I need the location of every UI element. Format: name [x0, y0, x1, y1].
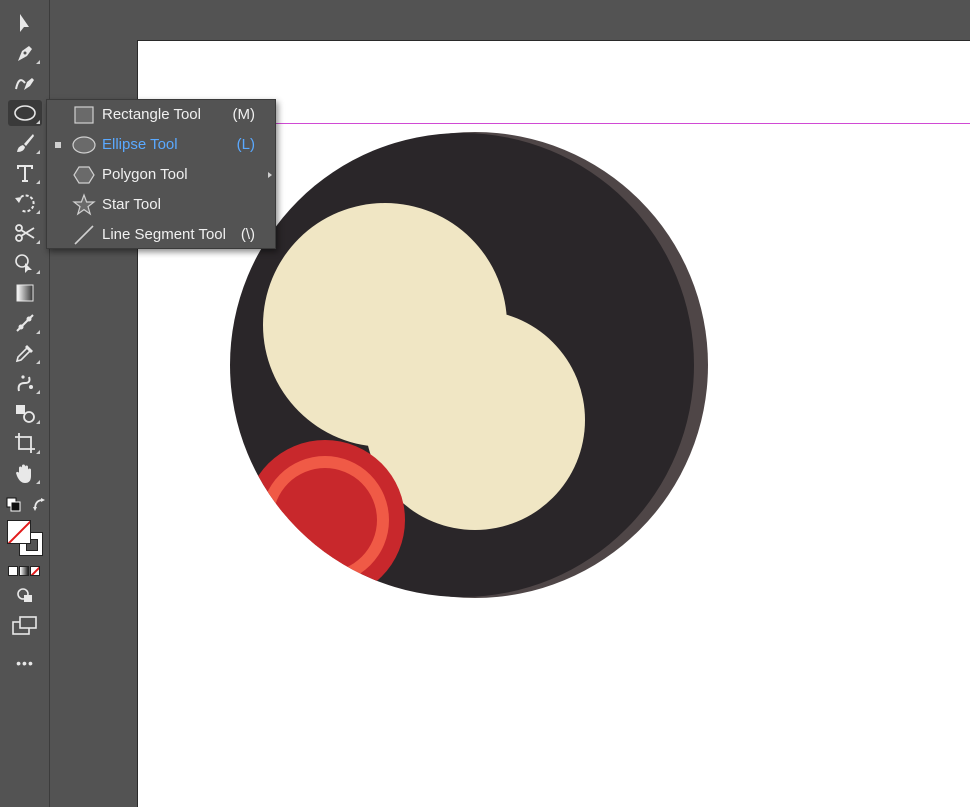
star-icon: [72, 193, 96, 216]
current-tool-indicator: [55, 142, 61, 148]
red-center[interactable]: [273, 468, 377, 572]
ellipse-tool-shortcut: (L): [236, 136, 255, 153]
polygon-tool-item[interactable]: Polygon Tool: [47, 160, 275, 190]
rectangle-tool-item[interactable]: Rectangle Tool (M): [47, 100, 275, 130]
rectangle-tool-shortcut: (M): [232, 106, 256, 123]
ellipse-tool-label: Ellipse Tool: [102, 136, 178, 153]
line-segment-tool-shortcut: (\): [240, 226, 255, 243]
ellipse-tool-item[interactable]: Ellipse Tool (L): [47, 130, 275, 160]
rectangle-tool-label: Rectangle Tool: [102, 106, 201, 123]
star-tool-item[interactable]: Star Tool: [47, 190, 275, 220]
shape-tools-flyout: Rectangle Tool (M) Ellipse Tool (L) Poly…: [46, 99, 276, 249]
polygon-icon: [73, 166, 95, 184]
line-segment-icon: [74, 225, 94, 245]
polygon-tool-label: Polygon Tool: [102, 166, 188, 183]
star-tool-label: Star Tool: [102, 196, 161, 213]
ellipse-icon: [72, 136, 96, 154]
line-segment-tool-label: Line Segment Tool: [102, 226, 226, 243]
submenu-arrow-icon: [268, 172, 272, 178]
line-segment-tool-item[interactable]: Line Segment Tool (\): [47, 220, 275, 250]
rectangle-icon: [74, 106, 94, 124]
